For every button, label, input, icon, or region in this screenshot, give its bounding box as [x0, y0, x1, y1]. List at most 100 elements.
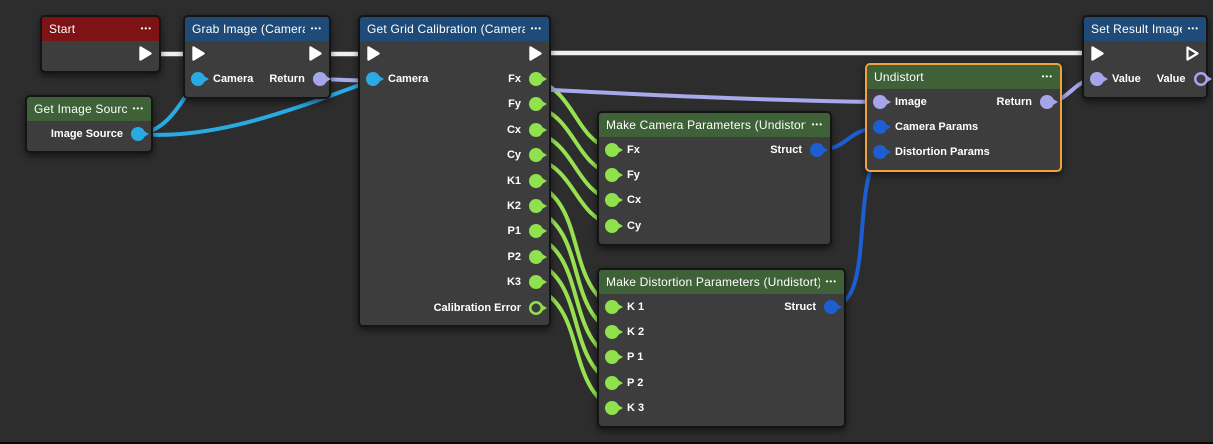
camera-params-input-port[interactable] [873, 120, 887, 134]
node-header: Get Image Source ••• [27, 97, 151, 121]
return-output-port[interactable] [313, 72, 327, 86]
port-label: Fx [627, 144, 640, 156]
port-label: Struct [770, 144, 802, 156]
port-label: Cy [627, 220, 641, 232]
port-label: Fx [508, 73, 521, 85]
p1-output-port[interactable] [529, 224, 543, 238]
graph-canvas[interactable]: Start ••• Grab Image (Camera) ••• Camera [0, 0, 1213, 444]
port-label: Distortion Params [895, 146, 990, 158]
menu-dots-icon[interactable]: ••• [141, 25, 152, 33]
cy-input-port[interactable] [605, 219, 619, 233]
port-label: K3 [507, 276, 521, 288]
k2-input-port[interactable] [605, 325, 619, 339]
k1-input-port[interactable] [605, 300, 619, 314]
port-label: Fy [508, 98, 521, 110]
menu-dots-icon[interactable]: ••• [1188, 25, 1199, 33]
port-label: Camera [388, 73, 428, 85]
exec-out-pin[interactable] [528, 45, 543, 62]
menu-dots-icon[interactable]: ••• [1042, 73, 1053, 81]
k2-output-port[interactable] [529, 199, 543, 213]
port-label: Image [895, 96, 927, 108]
exec-in-pin[interactable] [1090, 45, 1105, 62]
port-label: K1 [507, 175, 521, 187]
port-label: P2 [508, 251, 521, 263]
fy-input-port[interactable] [605, 168, 619, 182]
node-title: Grab Image (Camera) [192, 22, 305, 36]
port-label: Calibration Error [434, 302, 521, 314]
port-label: Cy [507, 149, 521, 161]
port-label: K 3 [627, 402, 644, 414]
value-output-port[interactable] [1194, 72, 1208, 86]
node-header: Make Camera Parameters (Undistort) ••• [599, 113, 830, 137]
port-label: Camera Params [895, 121, 978, 133]
node-header: Undistort ••• [867, 65, 1060, 89]
node-start[interactable]: Start ••• [40, 15, 161, 73]
return-output-port[interactable] [1040, 95, 1054, 109]
menu-dots-icon[interactable]: ••• [531, 25, 542, 33]
image-source-output-port[interactable] [131, 127, 145, 141]
exec-out-pin[interactable] [308, 45, 323, 62]
p2-output-port[interactable] [529, 250, 543, 264]
value-input-port[interactable] [1090, 72, 1104, 86]
node-make-camera-parameters[interactable]: Make Camera Parameters (Undistort) ••• F… [597, 111, 832, 246]
k3-input-port[interactable] [605, 401, 619, 415]
port-label: K 1 [627, 301, 644, 313]
node-header: Start ••• [42, 17, 159, 41]
image-input-port[interactable] [873, 95, 887, 109]
port-label: K 2 [627, 326, 644, 338]
port-label: Image Source [51, 128, 123, 140]
port-label: Struct [784, 301, 816, 313]
menu-dots-icon[interactable]: ••• [133, 105, 144, 113]
fx-output-port[interactable] [529, 72, 543, 86]
node-title: Get Image Source [34, 102, 127, 116]
menu-dots-icon[interactable]: ••• [812, 121, 823, 129]
k1-output-port[interactable] [529, 174, 543, 188]
cx-output-port[interactable] [529, 123, 543, 137]
port-label: P1 [508, 225, 521, 237]
port-label: Return [269, 73, 304, 85]
node-grab-image[interactable]: Grab Image (Camera) ••• Camera Return [183, 15, 331, 99]
calibration-error-output-port[interactable] [529, 301, 543, 315]
struct-output-port[interactable] [824, 300, 838, 314]
menu-dots-icon[interactable]: ••• [311, 25, 322, 33]
port-label: Cx [507, 124, 521, 136]
menu-dots-icon[interactable]: ••• [826, 278, 837, 286]
p1-input-port[interactable] [605, 350, 619, 364]
p2-input-port[interactable] [605, 376, 619, 390]
port-label: Value [1157, 73, 1186, 85]
struct-output-port[interactable] [810, 143, 824, 157]
node-title: Undistort [874, 70, 924, 84]
node-get-image-source[interactable]: Get Image Source ••• Image Source [25, 95, 153, 153]
exec-out-pin-unconnected[interactable] [1185, 45, 1200, 62]
port-label: Camera [213, 73, 253, 85]
port-label: P 2 [627, 377, 643, 389]
node-set-result-image[interactable]: Set Result Image ••• Value Value [1082, 15, 1208, 99]
node-title: Start [49, 22, 75, 36]
camera-input-port[interactable] [366, 72, 380, 86]
node-header: Grab Image (Camera) ••• [185, 17, 329, 41]
node-title: Make Camera Parameters (Undistort) [606, 118, 806, 132]
cx-input-port[interactable] [605, 193, 619, 207]
port-label: Value [1112, 73, 1141, 85]
port-label: K2 [507, 200, 521, 212]
exec-in-pin[interactable] [366, 45, 381, 62]
exec-in-pin[interactable] [191, 45, 206, 62]
node-header: Set Result Image ••• [1084, 17, 1206, 41]
node-header: Make Distortion Parameters (Undistort) •… [599, 270, 844, 294]
node-title: Make Distortion Parameters (Undistort) [606, 275, 820, 289]
cy-output-port[interactable] [529, 148, 543, 162]
node-get-grid-calibration[interactable]: Get Grid Calibration (Camera) ••• Camera… [358, 15, 551, 327]
fx-input-port[interactable] [605, 143, 619, 157]
node-title: Get Grid Calibration (Camera) [367, 22, 525, 36]
port-label: Fy [627, 169, 640, 181]
port-label: P 1 [627, 351, 643, 363]
node-undistort[interactable]: Undistort ••• Image Return Camera Params… [865, 63, 1062, 172]
distortion-params-input-port[interactable] [873, 145, 887, 159]
node-make-distortion-parameters[interactable]: Make Distortion Parameters (Undistort) •… [597, 268, 846, 428]
fy-output-port[interactable] [529, 97, 543, 111]
port-label: Return [997, 96, 1032, 108]
camera-input-port[interactable] [191, 72, 205, 86]
k3-output-port[interactable] [529, 275, 543, 289]
exec-out-pin[interactable] [138, 45, 153, 62]
port-label: Cx [627, 194, 641, 206]
